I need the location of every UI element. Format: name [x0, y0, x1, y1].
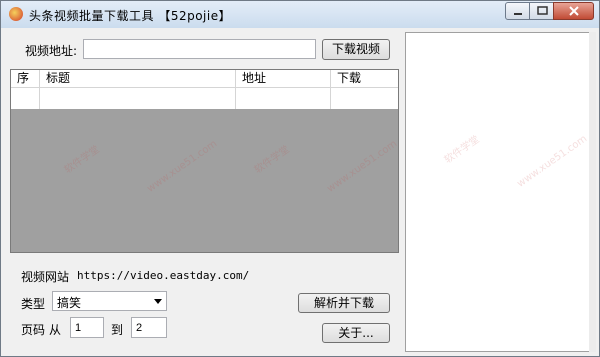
video-site-url: https://video.eastday.com/	[77, 269, 250, 282]
chevron-down-icon	[154, 299, 162, 304]
page-from-input[interactable]	[70, 317, 104, 338]
log-panel[interactable]	[405, 32, 590, 352]
row-cell-download	[331, 88, 398, 109]
close-icon	[569, 6, 579, 16]
close-button[interactable]	[553, 2, 594, 20]
about-button[interactable]: 关于...	[322, 323, 390, 343]
window-title: 头条视频批量下载工具 【52pojie】	[29, 9, 232, 23]
column-header-title[interactable]: 标题	[40, 70, 236, 87]
main-window: 头条视频批量下载工具 【52pojie】 视频地址: 下载视频 序 标题 地址 …	[0, 0, 600, 357]
type-label: 类型	[21, 297, 46, 311]
maximize-icon	[537, 6, 548, 15]
video-site-label: 视频网站	[21, 270, 70, 284]
column-header-address[interactable]: 地址	[236, 70, 331, 87]
minimize-button[interactable]	[505, 2, 530, 20]
log-scrollbar[interactable]	[589, 32, 596, 352]
type-select-value: 搞笑	[57, 296, 82, 310]
type-select[interactable]: 搞笑	[52, 291, 167, 311]
list-header: 序 标题 地址 下载	[11, 70, 398, 88]
row-cell-index	[11, 88, 40, 109]
column-header-index[interactable]: 序	[11, 70, 40, 87]
maximize-button[interactable]	[529, 2, 554, 20]
app-icon	[9, 7, 23, 21]
title-bar[interactable]: 头条视频批量下载工具 【52pojie】	[1, 1, 599, 28]
video-list[interactable]: 序 标题 地址 下载	[10, 69, 399, 253]
page-to-input[interactable]	[131, 317, 167, 338]
page-from-label: 从	[49, 323, 62, 337]
column-header-download[interactable]: 下载	[331, 70, 398, 87]
row-cell-address	[236, 88, 331, 109]
parse-download-button[interactable]: 解析并下载	[298, 293, 390, 313]
video-url-label: 视频地址:	[25, 44, 78, 58]
page-label: 页码	[21, 323, 46, 337]
minimize-icon	[514, 13, 522, 15]
download-video-button[interactable]: 下载视频	[322, 39, 390, 60]
table-row[interactable]	[11, 88, 398, 109]
page-to-label: 到	[111, 323, 124, 337]
row-cell-title	[40, 88, 236, 109]
video-url-input[interactable]	[83, 39, 316, 59]
